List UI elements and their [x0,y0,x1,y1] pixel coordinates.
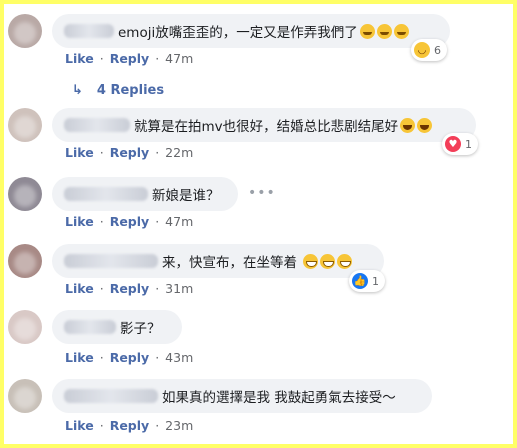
comment-actions: Like · Reply · 31m [65,281,193,296]
like-link[interactable]: Like [65,145,94,160]
reply-link[interactable]: Reply [110,281,149,296]
separator-dot: · [155,350,160,365]
timestamp[interactable]: 22m [165,145,193,160]
reply-link[interactable]: Reply [110,145,149,160]
commenter-name-blurred[interactable]: name [64,24,114,38]
comment-bubble: name 新娘是谁？ [52,177,238,211]
laughing-emoji-icon [400,117,416,133]
separator-dot: · [99,214,104,229]
separator-dot: · [155,418,160,433]
comment-actions: Like · Reply · 47m [65,51,193,66]
comment-text: 如果真的選擇是我 我鼓起勇氣去接受～ [162,390,396,406]
comment-actions: Like · Reply · 43m [65,350,193,365]
separator-dot: · [155,214,160,229]
separator-dot: · [99,350,104,365]
comment-text: 影子？ [120,321,161,337]
grinning-emoji-icon [337,253,352,269]
avatar[interactable] [8,244,42,278]
commenter-name-blurred[interactable]: name [64,187,148,201]
comment-bubble: name 如果真的選擇是我 我鼓起勇氣去接受～ [52,379,432,413]
comment-actions: Like · Reply · 47m [65,214,193,229]
separator-dot: · [99,418,104,433]
love-icon: ♥ [445,136,461,152]
grinning-emoji-icon [303,253,318,269]
comment-bubble: name 来，快宣布，在坐等着 [52,244,384,278]
comment-actions: Like · Reply · 22m [65,145,193,160]
timestamp[interactable]: 47m [165,214,193,229]
like-link[interactable]: Like [65,418,94,433]
timestamp[interactable]: 31m [165,281,193,296]
separator-dot: · [155,145,160,160]
reply-arrow-icon: ↳ [72,83,83,98]
reaction-count: 6 [434,43,441,57]
comment-bubble: name 影子？ [52,310,182,344]
separator-dot: · [99,145,104,160]
comment-bubble: name 就算是在拍mv也很好，结婚总比悲剧结尾好 [52,108,476,142]
commenter-name-blurred[interactable]: name [64,254,158,268]
comment-text: 新娘是谁？ [152,188,220,204]
separator-dot: · [99,51,104,66]
reaction-summary[interactable]: ◡ 6 [411,39,447,61]
commenter-name-blurred[interactable]: name [64,389,158,403]
comment-text: 就算是在拍mv也很好，结婚总比悲剧结尾好 [134,119,399,135]
smirk-emoji-icon [376,23,392,39]
avatar[interactable] [8,14,42,48]
reaction-summary[interactable]: ♥ 1 [442,133,478,155]
smirk-emoji-icon [359,23,375,39]
view-replies-link[interactable]: ↳ 4 Replies [72,83,164,98]
timestamp[interactable]: 43m [165,350,193,365]
grinning-emoji-icon [320,253,335,269]
timestamp[interactable]: 23m [165,418,193,433]
reply-link[interactable]: Reply [110,350,149,365]
comment-text: emoji放嘴歪歪的，一定又是作弄我們了 [118,25,358,41]
like-icon: 👍 [352,273,368,289]
reaction-count: 1 [465,137,472,151]
like-link[interactable]: Like [65,350,94,365]
reply-link[interactable]: Reply [110,51,149,66]
comment-text: 来，快宣布，在坐等着 [162,255,297,271]
smirk-emoji-icon [393,23,409,39]
like-link[interactable]: Like [65,51,94,66]
haha-icon: ◡ [414,42,430,58]
commenter-name-blurred[interactable]: name [64,320,116,334]
comment-bubble: name emoji放嘴歪歪的，一定又是作弄我們了 [52,14,450,48]
more-options-icon[interactable]: ••• [248,185,276,201]
separator-dot: · [155,281,160,296]
like-link[interactable]: Like [65,214,94,229]
replies-label: 4 Replies [96,83,165,98]
avatar[interactable] [8,379,42,413]
avatar[interactable] [8,108,42,142]
separator-dot: · [99,281,104,296]
commenter-name-blurred[interactable]: name [64,118,130,132]
like-link[interactable]: Like [65,281,94,296]
laughing-emoji-icon [417,117,433,133]
comment-actions: Like · Reply · 23m [65,418,193,433]
reply-link[interactable]: Reply [110,214,149,229]
avatar[interactable] [8,310,42,344]
reaction-count: 1 [372,274,379,288]
timestamp[interactable]: 47m [165,51,193,66]
separator-dot: · [155,51,160,66]
avatar[interactable] [8,177,42,211]
reply-link[interactable]: Reply [110,418,149,433]
reaction-summary[interactable]: 👍 1 [349,270,385,292]
